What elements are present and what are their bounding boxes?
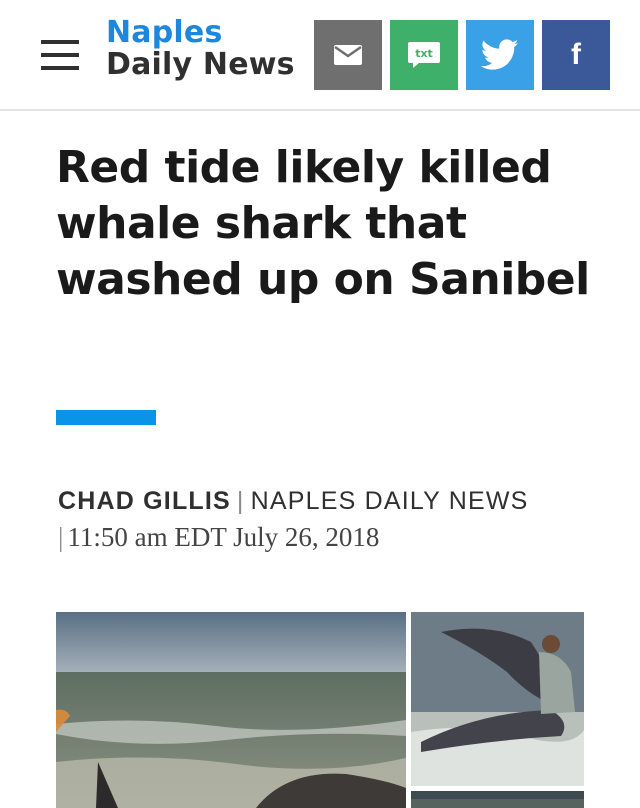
site-header: Naples Daily News txt f [0, 0, 640, 111]
byline-separator: | [236, 487, 245, 515]
byline-outlet: NAPLES DAILY NEWS [250, 487, 529, 515]
facebook-icon: f [571, 38, 581, 71]
share-sms-button[interactable]: txt [390, 20, 458, 90]
headline-accent-bar [56, 410, 156, 425]
logo-line-daily-news: Daily News [106, 47, 295, 82]
share-facebook-button[interactable]: f [542, 20, 610, 90]
whale-shark-on-beach-photo[interactable] [56, 612, 406, 808]
twitter-bird-icon [481, 39, 519, 70]
byline-author[interactable]: CHAD GILLIS [58, 487, 231, 515]
article-byline: CHAD GILLIS | NAPLES DAILY NEWS [58, 484, 618, 518]
article-timestamp: 11:50 am EDT July 26, 2018 [67, 522, 380, 552]
dateline-separator: | [58, 522, 64, 552]
article-headline: Red tide likely killed whale shark that … [56, 142, 590, 305]
whale-shark-photo[interactable] [411, 791, 584, 808]
article-dateline: | 11:50 am EDT July 26, 2018 [58, 520, 618, 554]
man-with-whale-shark-tail-photo[interactable] [411, 612, 584, 786]
logo-line-naples: Naples [106, 15, 223, 50]
share-email-button[interactable] [314, 20, 382, 90]
share-twitter-button[interactable] [466, 20, 534, 90]
sms-bubble-icon: txt [408, 42, 440, 68]
hamburger-menu-icon[interactable] [41, 40, 79, 70]
envelope-icon [334, 45, 362, 65]
sms-icon-label: txt [415, 47, 433, 60]
site-logo[interactable]: Naples Daily News [106, 18, 295, 80]
